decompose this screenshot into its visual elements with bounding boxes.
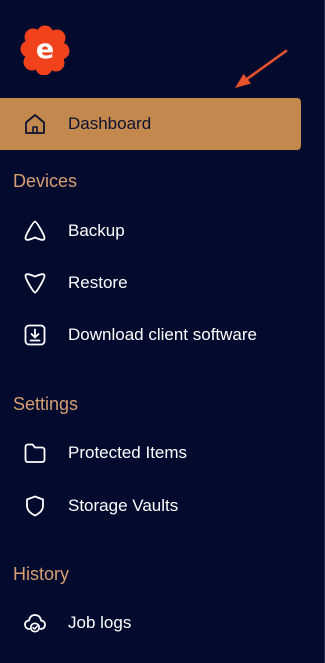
backup-icon: [22, 218, 48, 244]
shield-icon: [22, 493, 48, 519]
sidebar-item-backup[interactable]: Backup: [0, 205, 301, 257]
sidebar-item-label: Backup: [68, 221, 125, 240]
sidebar-item-dashboard[interactable]: Dashboard: [0, 98, 301, 150]
sidebar-item-protected-items[interactable]: Protected Items: [0, 427, 301, 479]
annotation-arrow-icon: [226, 46, 290, 94]
sidebar-item-restore[interactable]: Restore: [0, 257, 301, 309]
sidebar-item-label: Storage Vaults: [68, 496, 179, 515]
sidebar-item-download-client[interactable]: Download client software: [0, 309, 301, 361]
section-header-devices: Devices: [13, 171, 78, 191]
sidebar-item-label: Job logs: [68, 613, 132, 632]
sidebar-item-label: Download client software: [68, 325, 257, 344]
sidebar-item-label: Protected Items: [68, 443, 188, 462]
folder-icon: [22, 440, 48, 466]
logo-letter: e: [36, 34, 54, 65]
section-header-settings: Settings: [13, 394, 79, 414]
section-header-history: History: [13, 564, 70, 584]
sidebar-item-label: Restore: [68, 273, 128, 292]
sidebar-item-storage-vaults[interactable]: Storage Vaults: [0, 480, 301, 532]
eazybackup-logo-icon[interactable]: e: [19, 25, 71, 75]
home-icon: [22, 111, 48, 137]
download-icon: [22, 322, 48, 348]
sidebar-item-job-logs[interactable]: Job logs: [0, 597, 301, 649]
job-logs-icon: [22, 610, 48, 636]
restore-icon: [22, 270, 48, 296]
sidebar-item-label: Dashboard: [68, 114, 152, 133]
sidebar: e Dashboard Devices Backup Restore Downl…: [0, 0, 325, 663]
